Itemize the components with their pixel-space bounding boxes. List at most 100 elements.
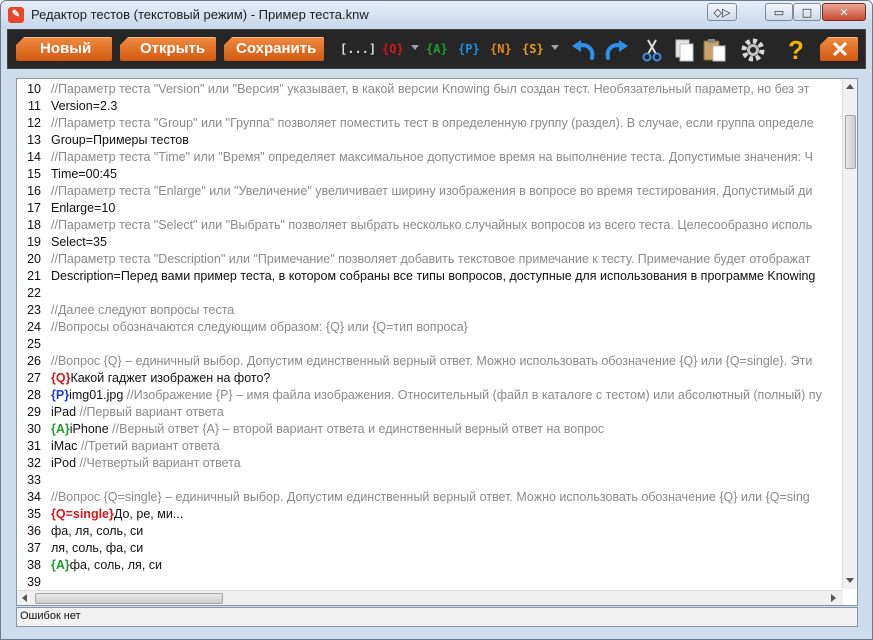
scroll-right-icon[interactable] bbox=[831, 594, 836, 602]
s-tag-dropdown[interactable] bbox=[551, 45, 559, 50]
line-number: 21 bbox=[27, 269, 41, 283]
scroll-up-icon[interactable] bbox=[846, 84, 854, 89]
open-button[interactable]: Открыть bbox=[120, 37, 216, 61]
line-comment: //Вопрос {Q=single} – единичный выбор. Д… bbox=[51, 490, 810, 504]
line-comment: //Параметр теста "Group" или "Группа" по… bbox=[51, 116, 814, 130]
vertical-scrollbar[interactable] bbox=[842, 79, 857, 589]
line-number: 38 bbox=[27, 558, 41, 572]
line-comment: //Первый вариант ответа bbox=[79, 405, 224, 419]
editor-line[interactable]: 11 Version=2.3 bbox=[17, 98, 843, 115]
insert-question-tag[interactable]: {Q} bbox=[382, 42, 404, 56]
copy-icon[interactable] bbox=[673, 38, 695, 62]
line-text: Description=Перед вами пример теста, в к… bbox=[51, 269, 816, 283]
editor-line[interactable]: 19 Select=35 bbox=[17, 234, 843, 251]
maximize-button[interactable]: □ bbox=[793, 3, 821, 21]
insert-answer-tag[interactable]: {A} bbox=[426, 42, 448, 56]
button-corner bbox=[16, 37, 24, 45]
editor-line[interactable]: 13 Group=Примеры тестов bbox=[17, 132, 843, 149]
editor-line[interactable]: 34 //Вопрос {Q=single} – единичный выбор.… bbox=[17, 489, 843, 506]
line-code: Description=Перед вами пример теста, в к… bbox=[51, 268, 815, 285]
editor-line[interactable]: 18 //Параметр теста "Select" или "Выбрать… bbox=[17, 217, 843, 234]
editor-line[interactable]: 25 bbox=[17, 336, 843, 353]
line-code: {Q}Какой гаджет изображен на фото? bbox=[51, 370, 270, 387]
line-number: 39 bbox=[27, 575, 41, 589]
open-button-label: Открыть bbox=[140, 40, 206, 57]
editor-line[interactable]: 32 iPod //Четвертый вариант ответа bbox=[17, 455, 843, 472]
line-code: //Параметр теста "Time" или "Время" опре… bbox=[51, 149, 813, 166]
question-type-dropdown[interactable] bbox=[411, 45, 419, 50]
line-code: Group=Примеры тестов bbox=[51, 132, 189, 149]
scroll-down-icon[interactable] bbox=[846, 578, 854, 583]
horizontal-scroll-thumb[interactable] bbox=[35, 593, 223, 604]
editor-line[interactable]: 30 {A}iPhone //Верный ответ {A} – второй … bbox=[17, 421, 843, 438]
editor-line[interactable]: 39 bbox=[17, 574, 843, 591]
line-code: //Параметр теста "Enlarge" или "Увеличен… bbox=[51, 183, 812, 200]
line-code: Version=2.3 bbox=[51, 98, 117, 115]
editor-line[interactable]: 21 Description=Перед вами пример теста, в… bbox=[17, 268, 843, 285]
line-number: 12 bbox=[27, 116, 41, 130]
editor-line[interactable]: 16 //Параметр теста "Enlarge" или "Увелич… bbox=[17, 183, 843, 200]
title-bar[interactable]: ✎ Редактор тестов (текстовый режим) - Пр… bbox=[1, 1, 872, 29]
vertical-scroll-thumb[interactable] bbox=[845, 115, 856, 169]
button-corner bbox=[224, 37, 232, 45]
scroll-left-icon[interactable] bbox=[22, 594, 27, 602]
new-button[interactable]: Новый bbox=[16, 37, 112, 61]
exit-button[interactable] bbox=[820, 37, 858, 61]
markup-tag: {A} bbox=[51, 422, 70, 436]
code-editor[interactable]: 10 //Параметр теста "Version" или "Версия… bbox=[16, 78, 858, 606]
save-button-label: Сохранить bbox=[236, 40, 317, 57]
editor-line[interactable]: 35 {Q=single}До, ре, ми... bbox=[17, 506, 843, 523]
line-code: iMac //Третий вариант ответа bbox=[51, 438, 220, 455]
insert-n-tag[interactable]: {N} bbox=[490, 42, 512, 56]
cut-icon[interactable] bbox=[641, 38, 663, 62]
line-text: До, ре, ми... bbox=[113, 507, 184, 521]
insert-s-tag[interactable]: {S} bbox=[522, 42, 544, 56]
editor-line[interactable]: 17 Enlarge=10 bbox=[17, 200, 843, 217]
markup-tag: {P} bbox=[51, 388, 70, 402]
line-code: {A}фа, соль, ля, си bbox=[51, 557, 162, 574]
line-number: 27 bbox=[27, 371, 41, 385]
help-icon[interactable]: ? bbox=[788, 35, 804, 66]
markup-tag: {A} bbox=[51, 558, 70, 572]
editor-line[interactable]: 29 iPad //Первый вариант ответа bbox=[17, 404, 843, 421]
line-code: //Параметр теста "Group" или "Группа" по… bbox=[51, 115, 814, 132]
editor-line[interactable]: 26 //Вопрос {Q} – единичный выбор. Допуст… bbox=[17, 353, 843, 370]
editor-line[interactable]: 27 {Q}Какой гаджет изображен на фото? bbox=[17, 370, 843, 387]
line-number: 32 bbox=[27, 456, 41, 470]
settings-icon[interactable] bbox=[740, 38, 766, 62]
line-text: Time=00:45 bbox=[51, 167, 117, 181]
line-code: //Вопрос {Q} – единичный выбор. Допустим… bbox=[51, 353, 812, 370]
editor-line[interactable]: 37 ля, соль, фа, си bbox=[17, 540, 843, 557]
horizontal-scrollbar[interactable] bbox=[17, 590, 843, 605]
line-comment: //Параметр теста "Time" или "Время" опре… bbox=[51, 150, 813, 164]
close-window-button[interactable]: ✕ bbox=[822, 3, 866, 21]
editor-line[interactable]: 14 //Параметр теста "Time" или "Время" оп… bbox=[17, 149, 843, 166]
line-code: //Вопросы обозначаются следующим образом… bbox=[51, 319, 468, 336]
line-code: //Параметр теста "Version" или "Версия" … bbox=[51, 81, 809, 98]
editor-line[interactable]: 20 //Параметр теста "Description" или "Пр… bbox=[17, 251, 843, 268]
line-text: Version=2.3 bbox=[51, 99, 118, 113]
editor-line[interactable]: 10 //Параметр теста "Version" или "Версия… bbox=[17, 81, 843, 98]
editor-line[interactable]: 36 фа, ля, соль, си bbox=[17, 523, 843, 540]
insert-picture-tag[interactable]: {P} bbox=[458, 42, 480, 56]
editor-line[interactable]: 28 {P}img01.jpg //Изображение {P} – имя ф… bbox=[17, 387, 843, 404]
extra-window-button[interactable]: ◇▷ bbox=[707, 3, 737, 21]
editor-line[interactable]: 24 //Вопросы обозначаются следующим образ… bbox=[17, 319, 843, 336]
editor-line[interactable]: 23 //Далее следуют вопросы теста bbox=[17, 302, 843, 319]
line-text: img01.jpg bbox=[69, 388, 127, 402]
editor-line[interactable]: 38 {A}фа, соль, ля, си bbox=[17, 557, 843, 574]
redo-icon[interactable] bbox=[602, 38, 630, 62]
save-button[interactable]: Сохранить bbox=[224, 37, 324, 61]
editor-line[interactable]: 31 iMac //Третий вариант ответа bbox=[17, 438, 843, 455]
line-comment: //Третий вариант ответа bbox=[80, 439, 220, 453]
ellipsis-button[interactable]: [...] bbox=[340, 42, 376, 56]
undo-icon[interactable] bbox=[570, 38, 598, 62]
editor-line[interactable]: 15 Time=00:45 bbox=[17, 166, 843, 183]
editor-line[interactable]: 22 bbox=[17, 285, 843, 302]
line-number: 20 bbox=[27, 252, 41, 266]
editor-line[interactable]: 33 bbox=[17, 472, 843, 489]
paste-icon[interactable] bbox=[702, 38, 728, 62]
editor-line[interactable]: 12 //Параметр теста "Group" или "Группа" … bbox=[17, 115, 843, 132]
minimize-button[interactable]: ▭ bbox=[765, 3, 793, 21]
line-text: iMac bbox=[51, 439, 81, 453]
